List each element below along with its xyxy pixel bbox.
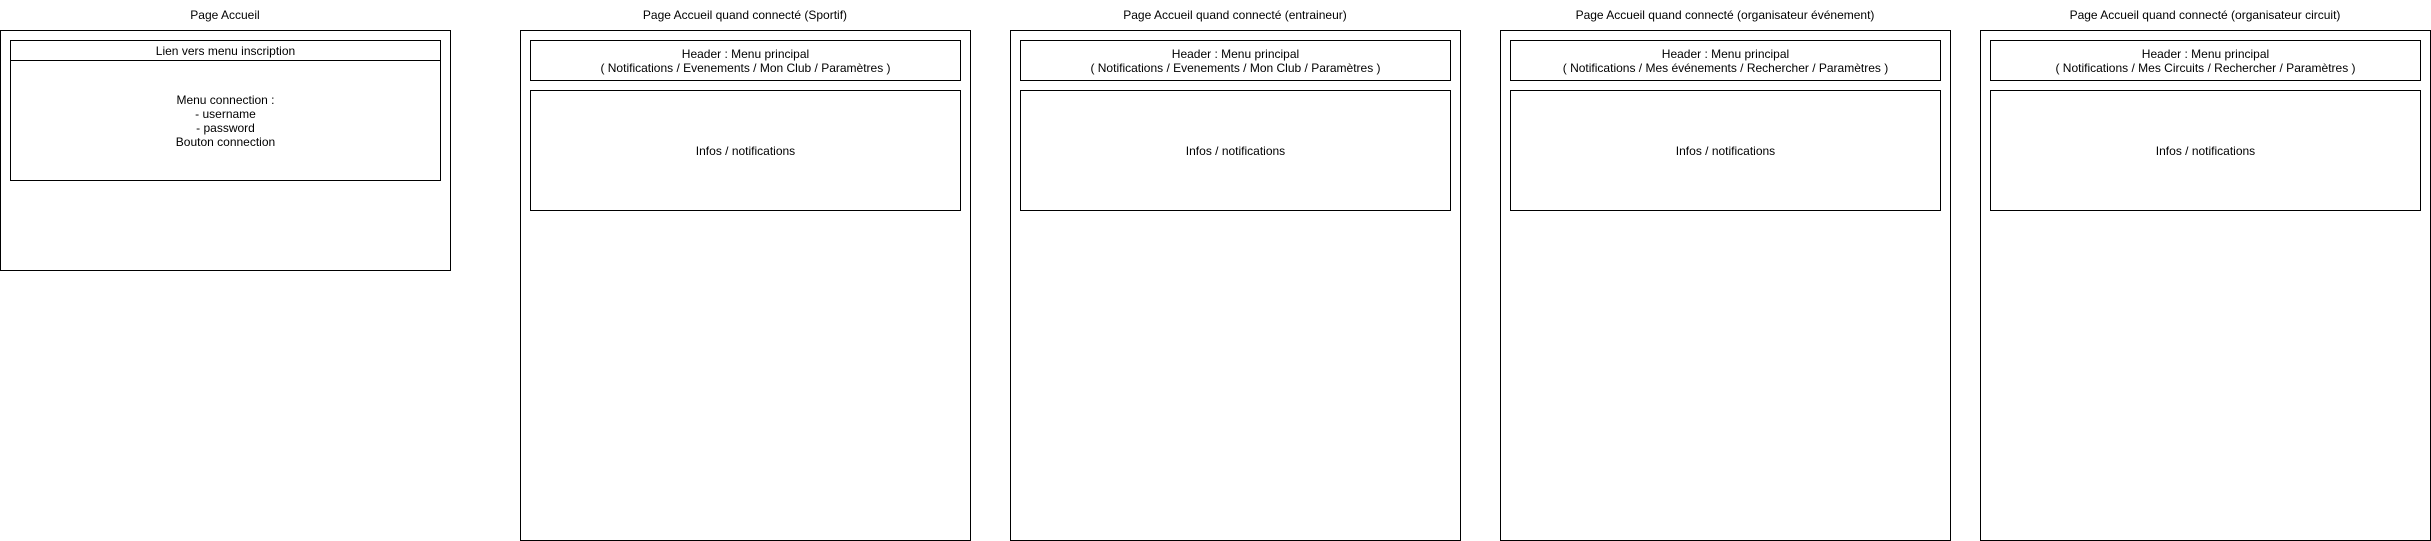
sportif-header-box: Header : Menu principal ( Notifications …	[530, 40, 961, 81]
organisateur-circuit-infos-box: Infos / notifications	[1990, 90, 2421, 211]
entraineur-header-box: Header : Menu principal ( Notifications …	[1020, 40, 1451, 81]
page-sportif-title: Page Accueil quand connecté (Sportif)	[642, 8, 848, 22]
entraineur-infos-box: Infos / notifications	[1020, 90, 1451, 211]
connection-menu-box: Menu connection : - username - password …	[10, 60, 441, 181]
page-entraineur-title: Page Accueil quand connecté (entraineur)	[1123, 8, 1347, 22]
inscription-link-box: Lien vers menu inscription	[10, 40, 441, 61]
organisateur-evenement-infos-box: Infos / notifications	[1510, 90, 1941, 211]
sportif-infos-box: Infos / notifications	[530, 90, 961, 211]
page-organisateur-evenement-title: Page Accueil quand connecté (organisateu…	[1575, 8, 1875, 22]
organisateur-evenement-header-box: Header : Menu principal ( Notifications …	[1510, 40, 1941, 81]
page-accueil-title: Page Accueil	[190, 8, 260, 22]
page-organisateur-circuit-title: Page Accueil quand connecté (organisateu…	[2069, 8, 2341, 22]
organisateur-circuit-header-box: Header : Menu principal ( Notifications …	[1990, 40, 2421, 81]
